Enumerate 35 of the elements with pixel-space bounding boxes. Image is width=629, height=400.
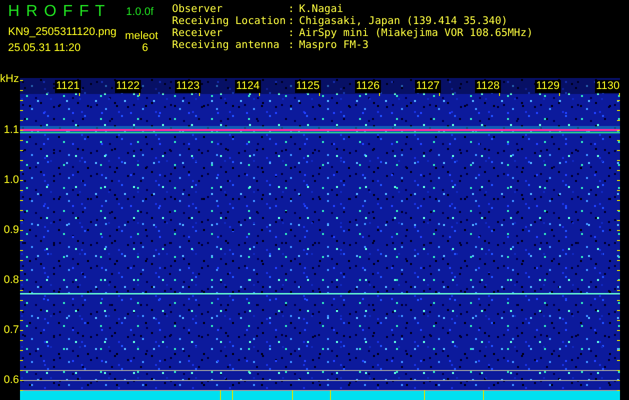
info-value: Maspro FM-3 xyxy=(299,39,369,51)
y-axis-label: 0.7 xyxy=(2,324,19,336)
date-time: 25.05.31 11:20 xyxy=(8,42,82,54)
y-axis-label: 0.8 xyxy=(2,274,19,286)
x-axis-label: 1124 xyxy=(235,80,261,93)
mode-label: meleot xyxy=(125,30,158,42)
x-axis-label: 1127 xyxy=(415,80,441,93)
x-axis-label: 1122 xyxy=(115,80,141,93)
info-separator: : xyxy=(288,15,296,27)
info-separator: : xyxy=(288,27,296,39)
info-label: Receiver xyxy=(172,27,224,39)
info-label: Observer xyxy=(172,3,224,15)
x-axis-label: 1121 xyxy=(55,80,81,93)
x-axis-label: 1125 xyxy=(295,80,321,93)
x-axis-label: 1126 xyxy=(355,80,381,93)
file-name: KN9_2505311120.png xyxy=(8,26,115,38)
info-value: Chigasaki, Japan (139.414 35.340) xyxy=(299,15,508,27)
app-title: H R O F F T xyxy=(8,3,107,21)
version-label: 1.0.0f xyxy=(126,6,154,18)
axis-unit: kHz xyxy=(0,73,19,85)
y-axis-label: 1.1 xyxy=(2,124,19,136)
info-label: Receiving antenna xyxy=(172,39,280,51)
count-value: 6 xyxy=(142,42,148,54)
x-axis-label: 1130 xyxy=(595,80,621,93)
x-axis-label: 1128 xyxy=(475,80,501,93)
y-axis-label: 0.9 xyxy=(2,224,19,236)
y-axis-label: 0.6 xyxy=(2,374,19,386)
info-separator: : xyxy=(288,39,296,51)
info-label: Receiving Location xyxy=(172,15,287,27)
info-value: AirSpy mini (Miakejima VOR 108.65MHz) xyxy=(299,27,533,39)
info-separator: : xyxy=(288,3,296,15)
x-axis-label: 1129 xyxy=(535,80,561,93)
x-axis-label: 1123 xyxy=(175,80,201,93)
info-value: K.Nagai xyxy=(299,3,344,15)
y-axis-label: 1.0 xyxy=(2,174,19,186)
